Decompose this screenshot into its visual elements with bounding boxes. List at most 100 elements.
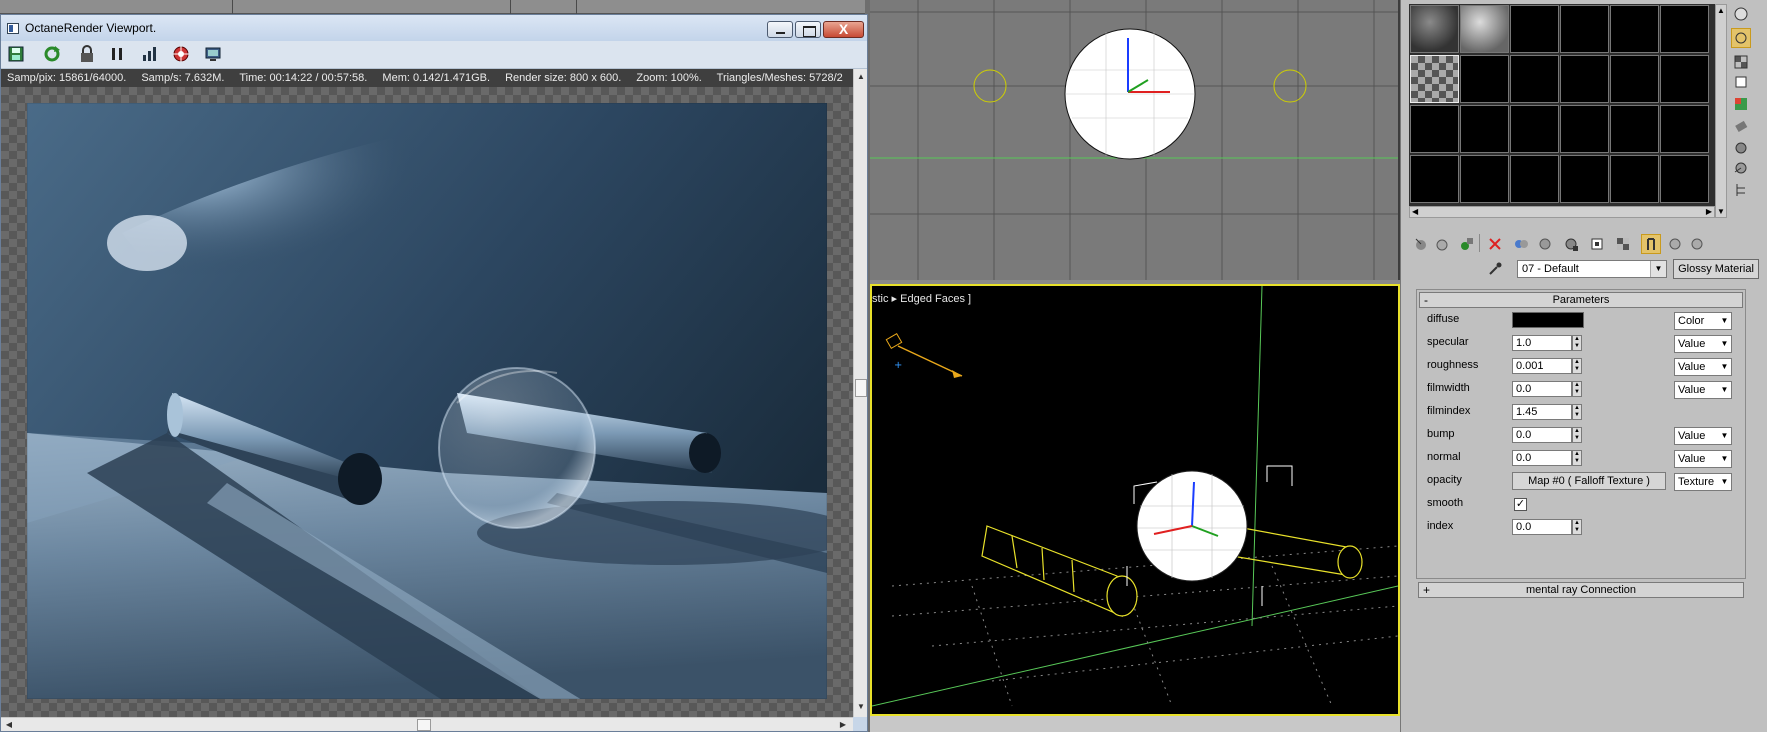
stats-icon[interactable]	[139, 44, 159, 64]
material-type-button[interactable]: Glossy Material	[1673, 259, 1759, 279]
smooth-checkbox[interactable]: ✓	[1514, 498, 1527, 511]
roughness-spinner[interactable]: 0.001	[1512, 358, 1572, 374]
background-checker-icon[interactable]	[1731, 52, 1751, 72]
sample-slot[interactable]	[1510, 5, 1559, 53]
perspective-viewport[interactable]: stic ▸ Edged Faces ] +	[870, 284, 1400, 716]
material-options-icon[interactable]	[1687, 234, 1707, 254]
canvas-vertical-scrollbar[interactable]: ▲ ▼	[853, 69, 867, 717]
get-material-icon[interactable]	[1411, 234, 1431, 254]
filmwidth-spinner[interactable]: 0.0	[1512, 381, 1572, 397]
lock-icon[interactable]	[77, 44, 97, 64]
specular-spinner[interactable]: 1.0	[1512, 335, 1572, 351]
spinner-arrows-icon[interactable]: ▲ ▼	[1572, 358, 1582, 374]
scroll-up-icon[interactable]: ▲	[856, 71, 866, 83]
bump-mode-select[interactable]: Value ▼	[1674, 427, 1732, 445]
sample-slot[interactable]	[1410, 105, 1459, 153]
canvas-horizontal-scrollbar[interactable]: ◀ ▶	[1, 717, 853, 731]
spinner-arrows-icon[interactable]: ▲ ▼	[1572, 450, 1582, 466]
roughness-mode-select[interactable]: Value ▼	[1674, 358, 1732, 376]
sample-slot[interactable]	[1510, 55, 1559, 103]
chevron-down-icon[interactable]: ▼	[1650, 261, 1666, 277]
video-color-check-icon[interactable]	[1731, 94, 1751, 114]
sample-slot[interactable]	[1660, 55, 1709, 103]
sample-slot-sphere-light[interactable]	[1460, 5, 1509, 53]
diffuse-color-swatch[interactable]	[1512, 312, 1584, 328]
backlight-icon[interactable]	[1731, 28, 1751, 48]
sample-slot[interactable]	[1510, 105, 1559, 153]
sample-uv-tiling-icon[interactable]	[1731, 72, 1751, 92]
sample-type-icon[interactable]	[1731, 4, 1751, 24]
eyedropper-icon[interactable]	[1485, 260, 1505, 278]
scroll-left-icon[interactable]: ◀	[1412, 207, 1418, 216]
spinner-arrows-icon[interactable]: ▲ ▼	[1572, 381, 1582, 397]
put-to-library-icon[interactable]	[1535, 234, 1555, 254]
opacity-map-button[interactable]: Map #0 ( Falloff Texture )	[1512, 472, 1666, 490]
filmwidth-mode-select[interactable]: Value ▼	[1674, 381, 1732, 399]
show-end-result-icon[interactable]	[1613, 234, 1633, 254]
go-to-parent-icon[interactable]	[1641, 234, 1661, 254]
render-canvas[interactable]	[1, 87, 853, 717]
sample-slot[interactable]	[1610, 155, 1659, 203]
scroll-down-icon[interactable]: ▼	[856, 701, 866, 713]
assign-material-icon[interactable]	[1457, 234, 1477, 254]
sample-slot-checker-active[interactable]	[1410, 55, 1459, 103]
mental-ray-connection-rollout[interactable]: + mental ray Connection	[1418, 582, 1744, 598]
show-map-in-viewport-icon[interactable]	[1587, 234, 1607, 254]
sample-slot[interactable]	[1460, 155, 1509, 203]
sample-slot[interactable]	[1610, 5, 1659, 53]
reset-map-icon[interactable]	[1485, 234, 1505, 254]
opacity-mode-select[interactable]: Texture ▼	[1674, 473, 1732, 491]
sample-slot[interactable]	[1660, 5, 1709, 53]
window-titlebar[interactable]: OctaneRender Viewport. X	[1, 15, 867, 41]
scroll-thumb[interactable]	[855, 379, 867, 397]
index-spinner[interactable]: 0.0	[1512, 519, 1572, 535]
sample-slot[interactable]	[1560, 155, 1609, 203]
parameters-rollout-header[interactable]: - Parameters	[1419, 292, 1743, 308]
specular-mode-select[interactable]: Value ▼	[1674, 335, 1732, 353]
pause-icon[interactable]	[107, 44, 127, 64]
focus-picker-icon[interactable]	[171, 44, 191, 64]
normal-mode-select[interactable]: Value ▼	[1674, 450, 1732, 468]
settings-icon[interactable]	[203, 44, 223, 64]
sample-slot[interactable]	[1660, 155, 1709, 203]
spinner-arrows-icon[interactable]: ▲ ▼	[1572, 427, 1582, 443]
material-map-navigator-icon[interactable]	[1731, 180, 1751, 200]
make-preview-icon[interactable]	[1731, 116, 1751, 136]
go-forward-to-sibling-icon[interactable]	[1665, 234, 1685, 254]
viewport-label[interactable]: stic ▸ Edged Faces ]	[872, 292, 971, 305]
sample-slot[interactable]	[1460, 105, 1509, 153]
spinner-arrows-icon[interactable]: ▲ ▼	[1572, 519, 1582, 535]
normal-spinner[interactable]: 0.0	[1512, 450, 1572, 466]
put-material-icon[interactable]	[1431, 234, 1451, 254]
maximize-button[interactable]	[795, 21, 821, 38]
save-render-icon[interactable]	[6, 44, 26, 64]
close-button[interactable]: X	[823, 21, 864, 38]
select-by-material-icon[interactable]	[1731, 158, 1751, 178]
sample-slot[interactable]	[1610, 105, 1659, 153]
sample-slot[interactable]	[1560, 55, 1609, 103]
scroll-right-icon[interactable]: ▶	[837, 719, 849, 731]
material-id-channel-icon[interactable]	[1561, 234, 1581, 254]
spinner-arrows-icon[interactable]: ▲ ▼	[1572, 404, 1582, 420]
filmindex-spinner[interactable]: 1.45	[1512, 404, 1572, 420]
sample-slot[interactable]	[1610, 55, 1659, 103]
make-unique-icon[interactable]	[1511, 234, 1531, 254]
minimize-button[interactable]	[767, 21, 793, 38]
options-icon[interactable]	[1731, 138, 1751, 158]
spinner-arrows-icon[interactable]: ▲ ▼	[1572, 335, 1582, 351]
diffuse-mode-select[interactable]: Color ▼	[1674, 312, 1732, 330]
sample-slot[interactable]	[1560, 5, 1609, 53]
sample-slot[interactable]	[1410, 155, 1459, 203]
top-viewport[interactable]	[870, 0, 1400, 280]
scroll-right-icon[interactable]: ▶	[1706, 207, 1712, 216]
sample-slot[interactable]	[1560, 105, 1609, 153]
slots-horizontal-scrollbar[interactable]: ◀ ▶	[1409, 206, 1715, 218]
sample-slot[interactable]	[1660, 105, 1709, 153]
sample-slot[interactable]	[1510, 155, 1559, 203]
sample-slot[interactable]	[1460, 55, 1509, 103]
material-name-field[interactable]: 07 - Default ▼	[1517, 260, 1667, 278]
bump-spinner[interactable]: 0.0	[1512, 427, 1572, 443]
scroll-thumb[interactable]	[417, 719, 431, 731]
scroll-left-icon[interactable]: ◀	[3, 719, 15, 731]
restart-render-icon[interactable]	[42, 44, 62, 64]
